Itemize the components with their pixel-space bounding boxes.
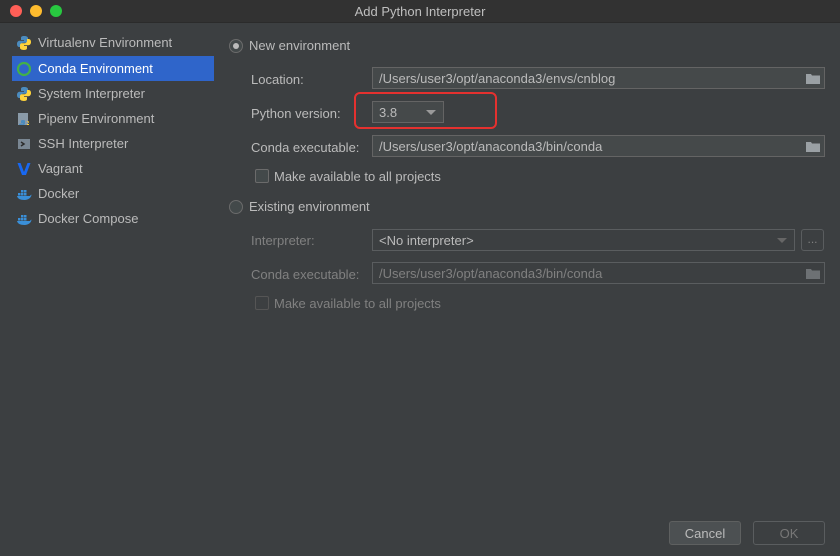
location-field[interactable]: /Users/user3/opt/anaconda3/envs/cnblog — [372, 67, 825, 89]
conda-executable-value: /Users/user3/opt/anaconda3/bin/conda — [379, 138, 603, 154]
vagrant-icon — [16, 161, 32, 177]
highlight-annotation — [354, 92, 497, 129]
sidebar-item-conda[interactable]: Conda Environment — [12, 56, 214, 81]
add-python-interpreter-dialog: Add Python Interpreter Virtualenv Enviro… — [0, 0, 840, 556]
window-title: Add Python Interpreter — [354, 4, 486, 19]
browse-interpreter-button[interactable]: ... — [801, 229, 824, 251]
folder-icon[interactable] — [806, 267, 820, 279]
sidebar-item-pipenv[interactable]: Pipenv Environment — [12, 106, 214, 131]
sidebar-item-label: Docker — [38, 186, 80, 201]
interpreter-dropdown[interactable]: <No interpreter> — [372, 229, 795, 251]
python-version-label: Python version: — [251, 106, 341, 121]
existing-conda-executable-value: /Users/user3/opt/anaconda3/bin/conda — [379, 265, 603, 281]
cancel-button[interactable]: Cancel — [669, 521, 741, 545]
radio-selected-dot — [233, 43, 239, 49]
sidebar-item-vagrant[interactable]: Vagrant — [12, 156, 214, 181]
location-value: /Users/user3/opt/anaconda3/envs/cnblog — [379, 70, 616, 86]
python-icon — [16, 86, 32, 102]
sidebar-item-label: Docker Compose — [38, 211, 139, 226]
existing-make-available-checkbox[interactable] — [255, 296, 269, 310]
make-available-label: Make available to all projects — [274, 169, 441, 184]
existing-make-available-label: Make available to all projects — [274, 296, 441, 311]
sidebar-item-virtualenv[interactable]: Virtualenv Environment — [12, 30, 214, 55]
docker-icon — [16, 186, 32, 202]
existing-environment-label: Existing environment — [249, 199, 370, 214]
python-icon — [16, 35, 32, 51]
title-bar: Add Python Interpreter — [0, 0, 840, 23]
sidebar-item-docker[interactable]: Docker — [12, 181, 214, 206]
existing-conda-executable-field[interactable]: /Users/user3/opt/anaconda3/bin/conda — [372, 262, 825, 284]
sidebar-item-label: System Interpreter — [38, 86, 145, 101]
sidebar-item-label: Virtualenv Environment — [38, 35, 173, 50]
ok-button[interactable]: OK — [753, 521, 825, 545]
sidebar-item-label: SSH Interpreter — [38, 136, 129, 151]
interpreter-type-list: Virtualenv Environment Conda Environment… — [10, 30, 215, 500]
docker-icon — [16, 211, 32, 227]
sidebar-item-label: Vagrant — [38, 161, 83, 176]
sidebar-item-system-interpreter[interactable]: System Interpreter — [12, 81, 214, 106]
sidebar-item-label: Conda Environment — [38, 61, 153, 76]
make-available-checkbox[interactable] — [255, 169, 269, 183]
pipenv-icon — [16, 111, 32, 127]
new-environment-label: New environment — [249, 38, 351, 53]
new-environment-radio[interactable] — [229, 39, 243, 53]
conda-executable-label: Conda executable: — [251, 140, 360, 155]
sidebar-item-label: Pipenv Environment — [38, 111, 155, 126]
conda-icon — [16, 61, 32, 77]
folder-icon[interactable] — [806, 140, 820, 152]
location-label: Location: — [251, 72, 304, 87]
existing-conda-executable-label: Conda executable: — [251, 267, 360, 282]
interpreter-label: Interpreter: — [251, 233, 315, 248]
sidebar-item-docker-compose[interactable]: Docker Compose — [12, 206, 214, 231]
folder-icon[interactable] — [806, 72, 820, 84]
ssh-icon — [16, 136, 32, 152]
sidebar-item-ssh[interactable]: SSH Interpreter — [12, 131, 214, 156]
interpreter-value: <No interpreter> — [379, 232, 474, 248]
conda-executable-field[interactable]: /Users/user3/opt/anaconda3/bin/conda — [372, 135, 825, 157]
existing-environment-radio[interactable] — [229, 200, 243, 214]
chevron-down-icon — [777, 238, 787, 243]
